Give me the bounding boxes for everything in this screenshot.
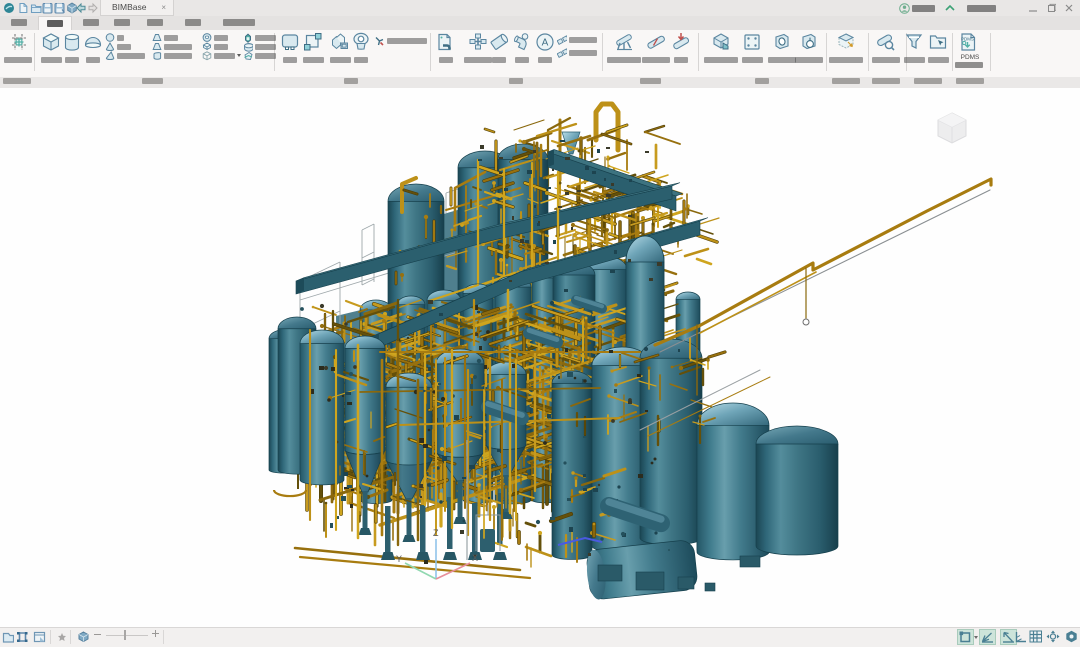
svg-text:Z: Z [433,528,439,538]
svg-text:X: X [472,553,478,563]
svg-text:PDMS: PDMS [961,37,974,42]
svg-text:A: A [542,38,549,49]
svg-text:Y: Y [396,554,402,564]
